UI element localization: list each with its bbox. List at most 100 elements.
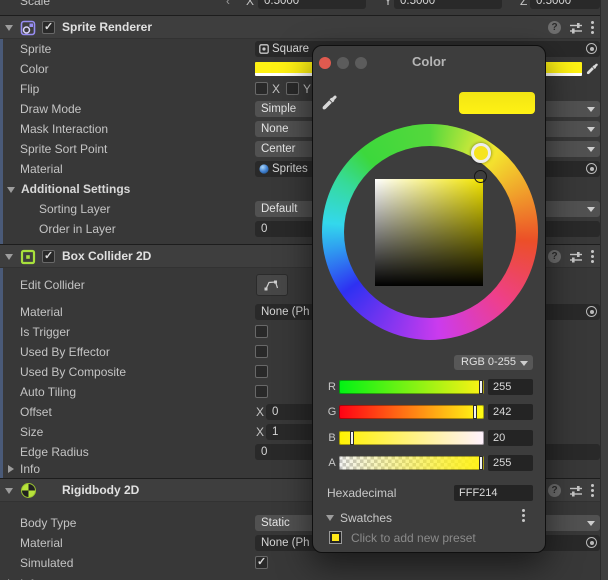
rb-info-label: Info [20,574,40,580]
box-collider-enable-checkbox[interactable] [42,250,55,263]
bc-info-label: Info [20,462,41,476]
scale-x-axis: X [246,0,255,8]
help-icon[interactable]: ? [548,250,561,263]
rigidbody-icon [21,483,36,498]
sprite-renderer-header[interactable]: Sprite Renderer ? [0,15,600,39]
simulated-row: Simulated [0,553,600,573]
foldout-triangle-icon[interactable] [5,254,13,260]
foldout-triangle-icon[interactable] [326,515,334,521]
a-slider-handle[interactable] [479,456,483,470]
chevron-down-icon [587,521,595,526]
presets-icon[interactable] [569,21,583,35]
scrollbar-track[interactable] [600,0,608,580]
used-by-composite-checkbox[interactable] [255,365,268,378]
r-value-field[interactable]: 255 [488,379,533,395]
is-trigger-label: Is Trigger [20,325,71,339]
foldout-triangle-icon[interactable] [5,488,13,494]
color-picker-window: Color RGB 0-255 R 255 G 242 B 20 A 255 H… [312,45,546,553]
color-mode-dropdown[interactable]: RGB 0-255 [454,355,533,370]
presets-icon[interactable] [569,484,583,498]
rb-info-row[interactable]: Info [0,574,600,580]
box-collider-title: Box Collider 2D [62,249,152,263]
saturation-value-square[interactable] [375,179,483,286]
kebab-menu-icon[interactable] [591,250,594,253]
chevron-down-icon [587,207,595,212]
used-by-composite-label: Used By Composite [20,365,127,379]
used-by-effector-label: Used By Effector [20,345,110,359]
eyedropper-icon[interactable] [320,92,340,112]
mask-interaction-label: Mask Interaction [20,122,109,136]
object-picker-icon[interactable] [586,43,597,54]
flip-label: Flip [20,82,40,96]
auto-tiling-checkbox[interactable] [255,385,268,398]
scale-x-field[interactable]: 0.5000 [258,0,366,9]
chevron-down-icon [587,147,595,152]
help-icon[interactable]: ? [548,21,561,34]
a-value-field[interactable]: 255 [488,455,533,471]
scale-row: Scale ‹ X 0.5000 Y 0.5000 Z 0.5000 [0,0,600,11]
sr-material-label: Material [20,162,63,176]
body-type-label: Body Type [20,516,77,530]
kebab-menu-icon[interactable] [591,484,594,487]
scale-z-field[interactable]: 0.5000 [530,0,600,9]
color-window-title: Color [412,54,446,69]
edit-collider-button[interactable] [256,274,288,296]
foldout-triangle-icon[interactable] [5,25,13,31]
scale-y-axis: Y [384,0,393,8]
kebab-menu-icon[interactable] [522,509,525,512]
r-label: R [328,381,336,393]
b-slider-handle[interactable] [350,431,354,445]
eyedropper-icon[interactable] [585,61,600,76]
a-slider[interactable] [339,456,484,470]
unity-inspector: Scale ‹ X 0.5000 Y 0.5000 Z 0.5000 Sprit… [0,0,608,580]
hexadecimal-field[interactable]: FFF214 [454,485,533,501]
current-color-swatch[interactable] [459,92,535,114]
b-slider[interactable] [339,431,484,445]
swatch-preset-icon[interactable] [329,531,342,544]
sprite-renderer-title: Sprite Renderer [62,20,153,34]
used-by-effector-checkbox[interactable] [255,345,268,358]
simulated-checkbox[interactable] [255,556,268,569]
scale-label: Scale [20,0,51,8]
sprite-label: Sprite [20,42,52,56]
hue-selector[interactable] [471,143,491,163]
b-value-field[interactable]: 20 [488,430,533,446]
saturation-value-selector[interactable] [474,170,487,183]
rigidbody-title: Rigidbody 2D [62,483,140,497]
link-icon[interactable]: ‹ [226,0,230,11]
is-trigger-checkbox[interactable] [255,325,268,338]
kebab-menu-icon[interactable] [591,21,594,24]
rb-material-label: Material [20,536,63,550]
foldout-right-icon[interactable] [8,465,14,473]
flip-y-checkbox[interactable] [286,82,299,95]
size-x-axis: X [256,425,265,439]
help-icon[interactable]: ? [548,484,561,497]
swatches-label: Swatches [340,511,393,525]
color-label: Color [20,62,49,76]
chevron-down-icon [587,127,595,132]
edge-radius-label: Edge Radius [20,445,89,459]
presets-icon[interactable] [569,250,583,264]
flip-x-checkbox[interactable] [255,82,268,95]
add-preset-hint[interactable]: Click to add new preset [351,530,476,546]
offset-label: Offset [20,405,52,419]
g-slider-handle[interactable] [473,405,477,419]
object-picker-icon[interactable] [586,163,597,174]
object-picker-icon[interactable] [586,537,597,548]
chevron-down-icon [587,107,595,112]
foldout-triangle-icon[interactable] [7,187,15,193]
object-picker-icon[interactable] [586,306,597,317]
g-slider[interactable] [339,405,484,419]
scale-z-axis: Z [520,0,528,8]
g-value-field[interactable]: 242 [488,404,533,420]
scale-y-field[interactable]: 0.5000 [394,0,502,9]
edit-collider-icon [264,280,279,291]
r-slider-handle[interactable] [479,380,483,394]
auto-tiling-label: Auto Tiling [20,385,77,399]
sprite-renderer-enable-checkbox[interactable] [42,21,55,34]
sprite-sort-point-label: Sprite Sort Point [20,142,108,156]
chevron-down-icon [520,361,528,366]
b-label: B [328,432,336,444]
r-slider[interactable] [339,380,484,394]
material-sphere-icon [259,164,269,174]
